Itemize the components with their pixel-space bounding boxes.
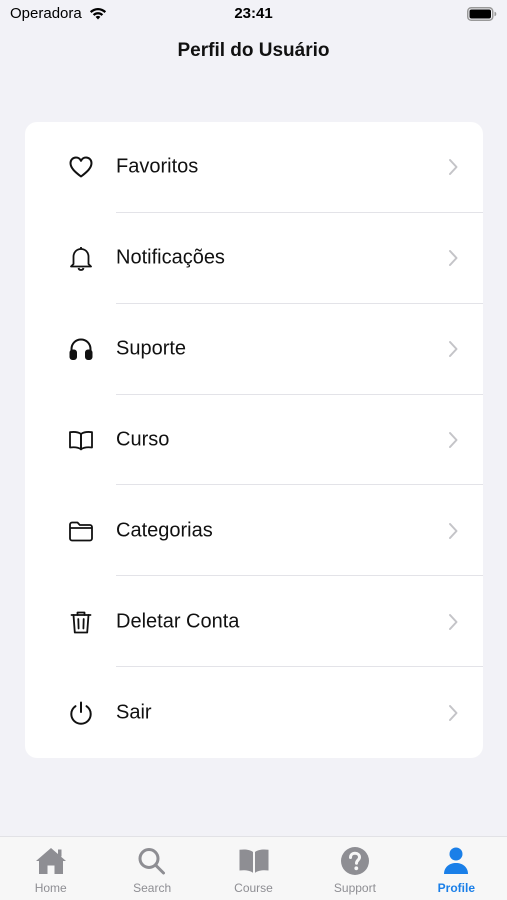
tab-support[interactable]: Support [304,837,405,900]
menu-item-categorias[interactable]: Categorias [25,485,483,577]
bell-icon [67,244,95,272]
trash-icon [67,608,95,636]
tab-search[interactable]: Search [101,837,202,900]
tab-label: Support [333,881,376,895]
tab-label: Course [234,881,273,895]
menu-item-suporte[interactable]: Suporte [25,304,483,395]
question-circle-icon [338,845,372,877]
chevron-right-icon [447,522,459,540]
book-icon [67,426,95,454]
profile-menu: Favoritos Notificações Suporte Curso Cat… [25,122,483,758]
tab-label: Profile [437,881,475,895]
tab-bar: Home Search Course Support Profile [0,836,507,900]
battery-icon [467,7,497,21]
house-icon [34,845,68,877]
tab-label: Home [34,881,67,895]
page-title: Perfil do Usuário [177,40,330,61]
profile-screen: Operadora 23:41 Perfil do Usuário Favori… [0,0,507,900]
magnifier-icon [135,845,169,877]
headphones-icon [67,335,95,363]
chevron-right-icon [447,340,459,358]
menu-item-notificacoes[interactable]: Notificações [25,213,483,304]
tab-profile[interactable]: Profile [406,837,507,900]
menu-item-label: Notificações [116,246,225,269]
menu-item-label: Deletar Conta [116,610,240,633]
chevron-right-icon [447,431,459,449]
clock-label: 23:41 [234,5,273,22]
tab-course[interactable]: Course [203,837,304,900]
menu-item-label: Suporte [116,337,187,360]
chevron-right-icon [447,158,459,176]
heart-icon [67,153,95,181]
book-icon [237,845,271,877]
menu-item-label: Favoritos [116,155,199,178]
menu-item-label: Sair [116,701,152,724]
menu-item-sair[interactable]: Sair [25,667,483,758]
menu-item-deletar-conta[interactable]: Deletar Conta [25,576,483,668]
status-bar: Operadora 23:41 [0,0,507,30]
folder-icon [67,517,95,545]
tab-home[interactable]: Home [0,837,101,900]
menu-item-label: Curso [116,428,170,451]
chevron-right-icon [447,704,459,722]
chevron-right-icon [447,613,459,631]
menu-item-curso[interactable]: Curso [25,395,483,486]
power-icon [67,699,95,727]
person-icon [439,845,473,877]
menu-item-label: Categorias [116,519,213,542]
menu-item-favoritos[interactable]: Favoritos [25,122,483,213]
tab-label: Search [133,881,172,895]
chevron-right-icon [447,249,459,267]
